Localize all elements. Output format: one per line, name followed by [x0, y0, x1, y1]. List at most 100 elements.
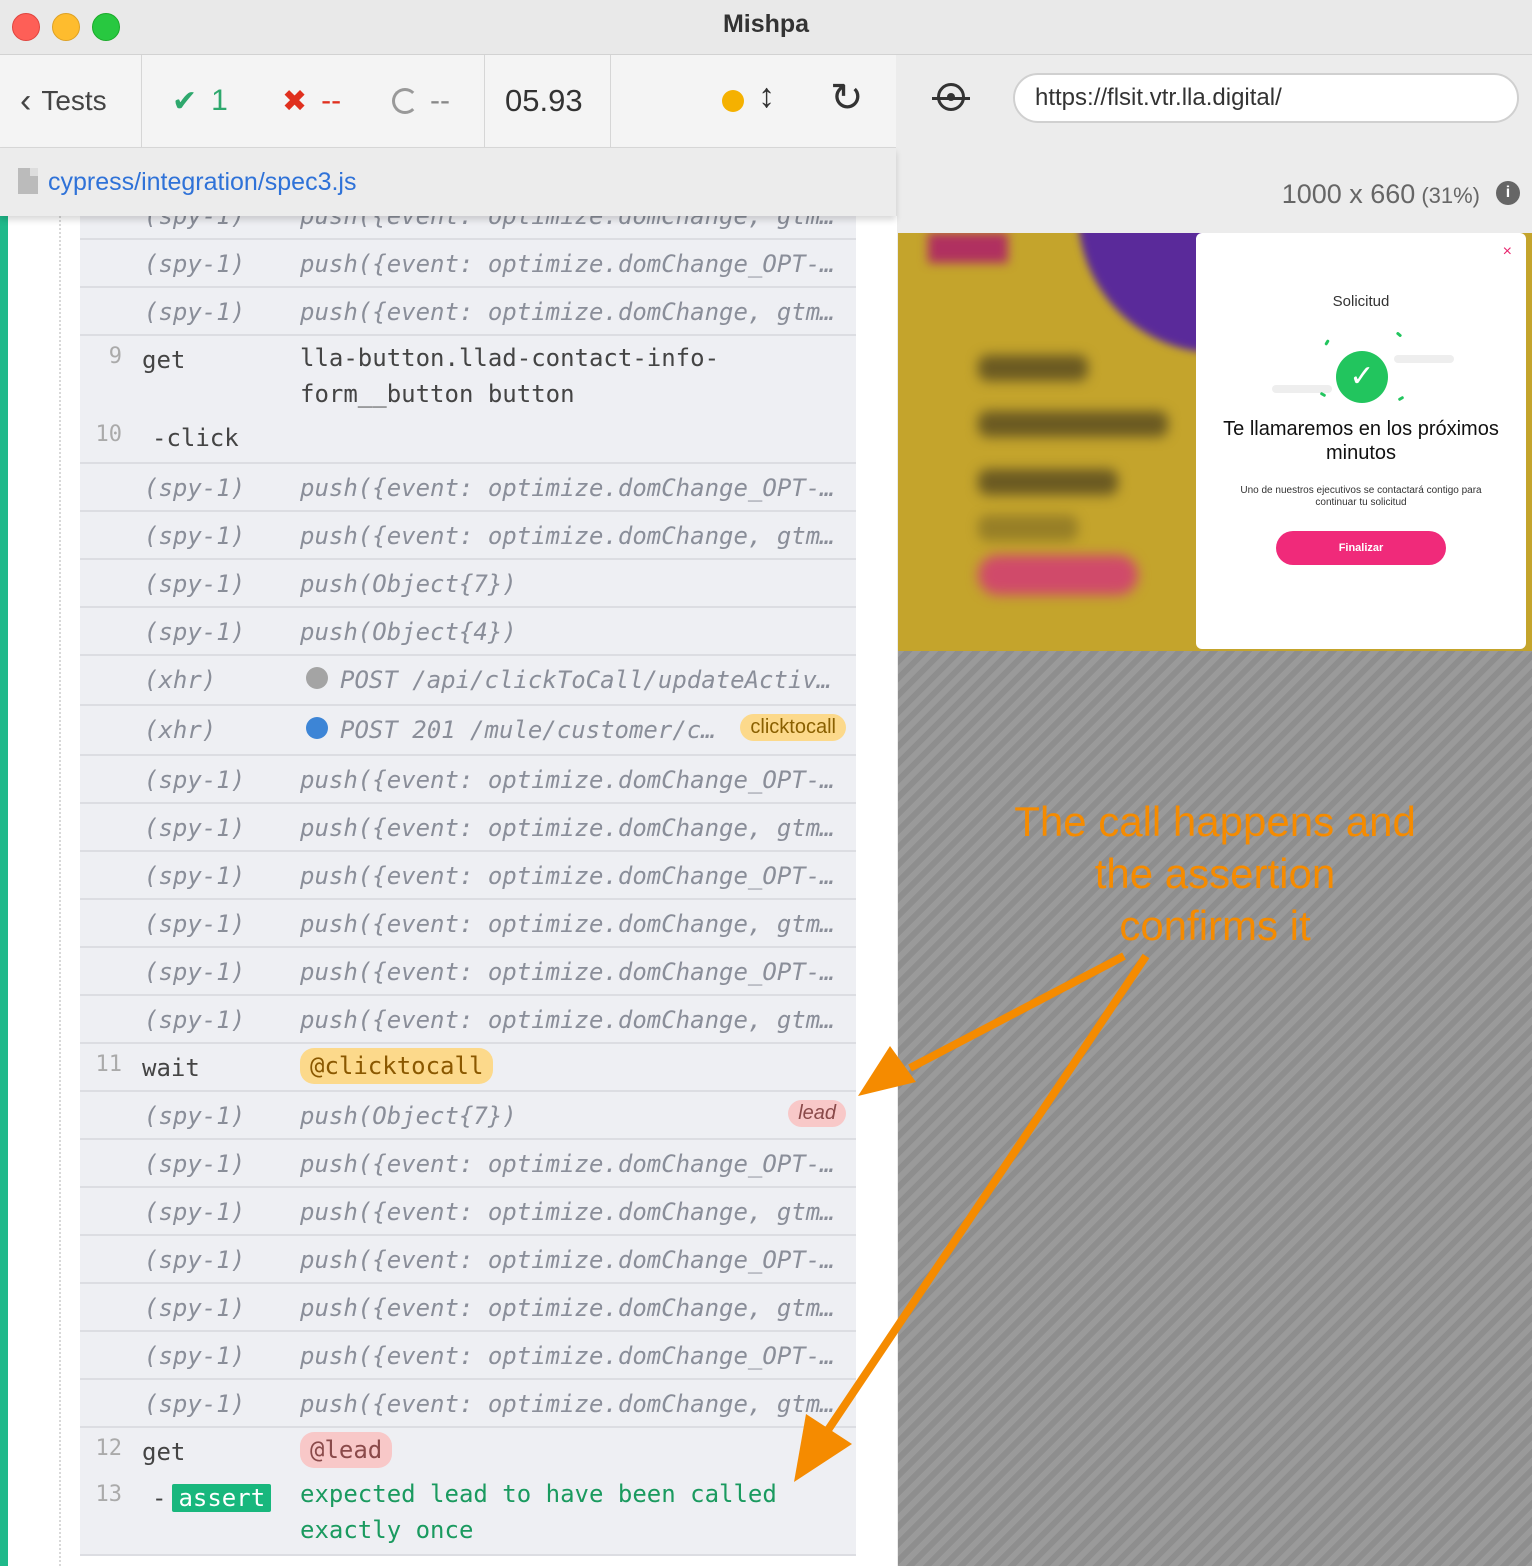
log-type: (spy-1) [144, 250, 246, 278]
xhr-text: POST 201 /mule/customer/c… [340, 716, 716, 744]
log-row[interactable]: (spy-1) push({event: optimize.domChange_O… [80, 240, 856, 288]
log-message: push({event: optimize.domChange_OPT-… [300, 1246, 835, 1274]
tests-back-button[interactable]: ‹ Tests [20, 55, 107, 147]
log-message: push(Object{4}) [300, 618, 517, 646]
xhr-row[interactable]: (xhr) POST /api/clickToCall/updateActiv… [80, 656, 856, 706]
rerun-icon[interactable]: ↻ [830, 75, 864, 121]
log-message: push({event: optimize.domChange, gtm… [300, 1198, 835, 1226]
close-icon[interactable]: × [1503, 243, 1512, 261]
log-type: (spy-1) [144, 1198, 246, 1226]
log-type: (spy-1) [144, 1294, 246, 1322]
log-row[interactable]: (spy-1) push(Object{7}) [80, 560, 856, 608]
window-titlebar: Mishpa [0, 0, 1532, 55]
app-iframe[interactable]: × Solicitud ✓ Te llamaremos en los próxi… [898, 233, 1532, 651]
failed-value: -- [321, 84, 342, 117]
log-type: (spy-1) [144, 1102, 246, 1130]
log-message: push({event: optimize.domChange_OPT-… [300, 862, 835, 890]
auto-scroll-icon[interactable]: ↕ [758, 77, 775, 116]
log-row[interactable]: (spy-1) push({event: optimize.domChange_O… [80, 756, 856, 804]
log-type: (xhr) [144, 716, 217, 744]
log-message: push(Object{7}) [300, 1102, 517, 1130]
log-message: push({event: optimize.domChange_OPT-… [300, 250, 835, 278]
log-row[interactable]: (spy-1) push({event: optimize.domChange, … [80, 512, 856, 560]
auto-scroll-indicator-icon[interactable] [722, 90, 744, 112]
pending-value: -- [430, 84, 450, 117]
log-row[interactable]: (spy-1) push({event: optimize.domChange, … [80, 216, 856, 240]
log-row[interactable]: (spy-1) push({event: optimize.domChange, … [80, 1188, 856, 1236]
modal-title: Solicitud [1332, 293, 1390, 310]
command-log[interactable]: (spy-1) push({event: optimize.domChange, … [0, 216, 897, 1566]
log-row[interactable]: (spy-1) push({event: optimize.domChange_O… [80, 1140, 856, 1188]
reporter-header: ‹ Tests ✔ 1 ✖ -- -- 05.93 ↕ ↻ [0, 55, 896, 148]
viewport-dimensions: 1000 x 660 [1281, 179, 1416, 209]
log-message: push({event: optimize.domChange, gtm… [300, 1390, 835, 1418]
nested-dash: - [152, 1484, 167, 1512]
log-row[interactable]: (spy-1) push({event: optimize.domChange_O… [80, 1332, 856, 1380]
command-row-wait[interactable]: 11 wait @clicktocall [80, 1044, 856, 1092]
log-row[interactable]: (spy-1) push(Object{4}) [80, 608, 856, 656]
viewport-zoom: (31%) [1421, 183, 1480, 208]
log-type: (spy-1) [144, 862, 246, 890]
divider [610, 55, 611, 147]
xhr-row[interactable]: (xhr) POST 201 /mule/customer/c… clickto… [80, 706, 856, 756]
log-row[interactable]: (spy-1) push(Object{7}) lead [80, 1092, 856, 1140]
command-number: 10 [95, 422, 123, 447]
divider [484, 55, 485, 147]
annotation-text: The call happens and the assertion confi… [1014, 798, 1416, 949]
blurred-page-element [978, 469, 1118, 495]
command-row-assert[interactable]: 13 - assert expected lead to have been ca… [80, 1474, 856, 1556]
spec-file-link[interactable]: cypress/integration/spec3.js [48, 168, 356, 197]
log-type: (spy-1) [144, 1390, 246, 1418]
log-type: (spy-1) [144, 766, 246, 794]
log-row[interactable]: (spy-1) push({event: optimize.domChange, … [80, 996, 856, 1044]
failed-count[interactable]: ✖ -- [282, 55, 341, 147]
blurred-page-element [978, 515, 1078, 541]
command-name: - assert [152, 1484, 272, 1512]
tests-label: Tests [41, 85, 107, 116]
blurred-page-element [978, 555, 1138, 595]
selector-playground-icon[interactable] [932, 83, 970, 111]
command-number: 13 [95, 1482, 123, 1507]
log-row[interactable]: (spy-1) push({event: optimize.domChange, … [80, 804, 856, 852]
confetti-decoration [1395, 331, 1403, 338]
log-row[interactable]: (spy-1) push({event: optimize.domChange, … [80, 1284, 856, 1332]
alias-badge: @lead [300, 1432, 393, 1468]
passed-count[interactable]: ✔ 1 [172, 55, 228, 147]
log-type: (spy-1) [144, 570, 246, 598]
success-status-icon [306, 717, 328, 739]
alias-badge: clicktocall [740, 714, 846, 741]
log-message: push({event: optimize.domChange_OPT-… [300, 1150, 835, 1178]
command-name: get [142, 1438, 186, 1466]
log-type: (spy-1) [144, 1006, 246, 1034]
log-row[interactable]: (spy-1) push({event: optimize.domChange, … [80, 900, 856, 948]
duration: 05.93 [505, 83, 583, 118]
log-message: push({event: optimize.domChange, gtm… [300, 298, 835, 326]
log-row[interactable]: (spy-1) push({event: optimize.domChange_O… [80, 852, 856, 900]
log-row[interactable]: (spy-1) push({event: optimize.domChange_O… [80, 1236, 856, 1284]
log-message: push({event: optimize.domChange_OPT-… [300, 766, 835, 794]
log-message: push({event: optimize.domChange_OPT-… [300, 958, 835, 986]
check-icon: ✔ [172, 84, 198, 118]
xhr-message: POST /api/clickToCall/updateActiv… [306, 666, 846, 694]
log-message: push({event: optimize.domChange, gtm… [300, 1006, 835, 1034]
modal-subtext: Uno de nuestros ejecutivos se contactará… [1240, 485, 1482, 508]
log-row[interactable]: (spy-1) push({event: optimize.domChange_O… [80, 948, 856, 996]
pending-count[interactable]: -- [392, 55, 450, 147]
finalize-button[interactable]: Finalizar [1276, 531, 1446, 565]
command-row-click[interactable]: 10 -click [80, 414, 856, 464]
alias-badge: @clicktocall [300, 1048, 494, 1084]
log-row[interactable]: (spy-1) push({event: optimize.domChange, … [80, 1380, 856, 1428]
log-row[interactable]: (spy-1) push({event: optimize.domChange, … [80, 288, 856, 336]
url-bar[interactable]: https://flsit.vtr.lla.digital/ [1013, 73, 1519, 123]
file-icon [18, 168, 38, 194]
log-row[interactable]: (spy-1) push({event: optimize.domChange_O… [80, 464, 856, 512]
log-type: (spy-1) [144, 522, 246, 550]
command-row-get-alias[interactable]: 12 get @lead [80, 1428, 856, 1474]
success-modal: × Solicitud ✓ Te llamaremos en los próxi… [1196, 233, 1526, 649]
pending-status-icon [306, 667, 328, 689]
assert-badge: assert [172, 1484, 272, 1512]
cloud-decoration [1394, 355, 1454, 363]
command-number: 12 [95, 1436, 123, 1461]
info-icon[interactable]: i [1496, 181, 1520, 205]
command-row-get[interactable]: 9 get lla-button.llad-contact-info-form_… [80, 336, 856, 414]
